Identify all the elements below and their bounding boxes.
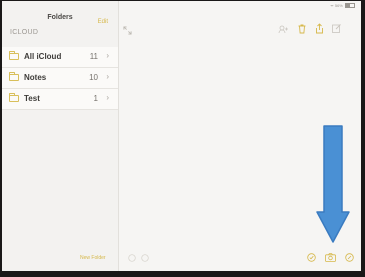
trash-icon[interactable] [298, 24, 306, 34]
checklist-icon[interactable] [307, 253, 316, 262]
folder-name: Notes [24, 73, 47, 82]
new-folder-button[interactable]: New Folder [80, 255, 106, 261]
folders-sidebar: Folders Edit ICLOUD All iCloud 11 › Note… [2, 1, 119, 271]
folder-count: 10 [89, 73, 98, 82]
edit-button[interactable]: Edit [98, 19, 108, 25]
folder-name: Test [24, 94, 40, 103]
wifi-icon: ᯤ [330, 3, 334, 8]
folder-row-notes[interactable]: Notes 10 › [2, 68, 118, 89]
folder-list: All iCloud 11 › Notes 10 › Test 1 › [2, 47, 118, 110]
compose-icon[interactable] [332, 23, 342, 33]
section-header-icloud: ICLOUD [10, 29, 39, 36]
chevron-right-icon: › [106, 72, 109, 81]
chevron-right-icon: › [106, 93, 109, 102]
folder-count: 1 [93, 94, 98, 103]
folder-row-test[interactable]: Test 1 › [2, 89, 118, 110]
folder-row-all-icloud[interactable]: All iCloud 11 › [2, 47, 118, 68]
folder-name: All iCloud [24, 52, 62, 61]
camera-icon[interactable] [325, 253, 336, 262]
folder-count: 11 [89, 52, 98, 61]
people-icon[interactable] [278, 25, 288, 34]
arrow-annotation-icon [316, 125, 350, 243]
ipad-screen: 4:23 PM Mon Nov 18 ᯤ 56% Folders Edit IC… [2, 1, 361, 271]
folder-icon [9, 93, 19, 102]
pen-icon[interactable] [345, 253, 354, 262]
redo-icon[interactable] [141, 254, 149, 262]
folder-icon [9, 51, 19, 60]
undo-icon[interactable] [128, 254, 136, 262]
battery-icon [345, 3, 355, 9]
battery-percent: 56% [334, 3, 343, 8]
status-right: ᯤ 56% [330, 3, 355, 9]
folder-icon [9, 72, 19, 81]
expand-icon[interactable] [123, 26, 132, 35]
share-icon[interactable] [315, 23, 324, 34]
chevron-right-icon: › [106, 51, 109, 60]
